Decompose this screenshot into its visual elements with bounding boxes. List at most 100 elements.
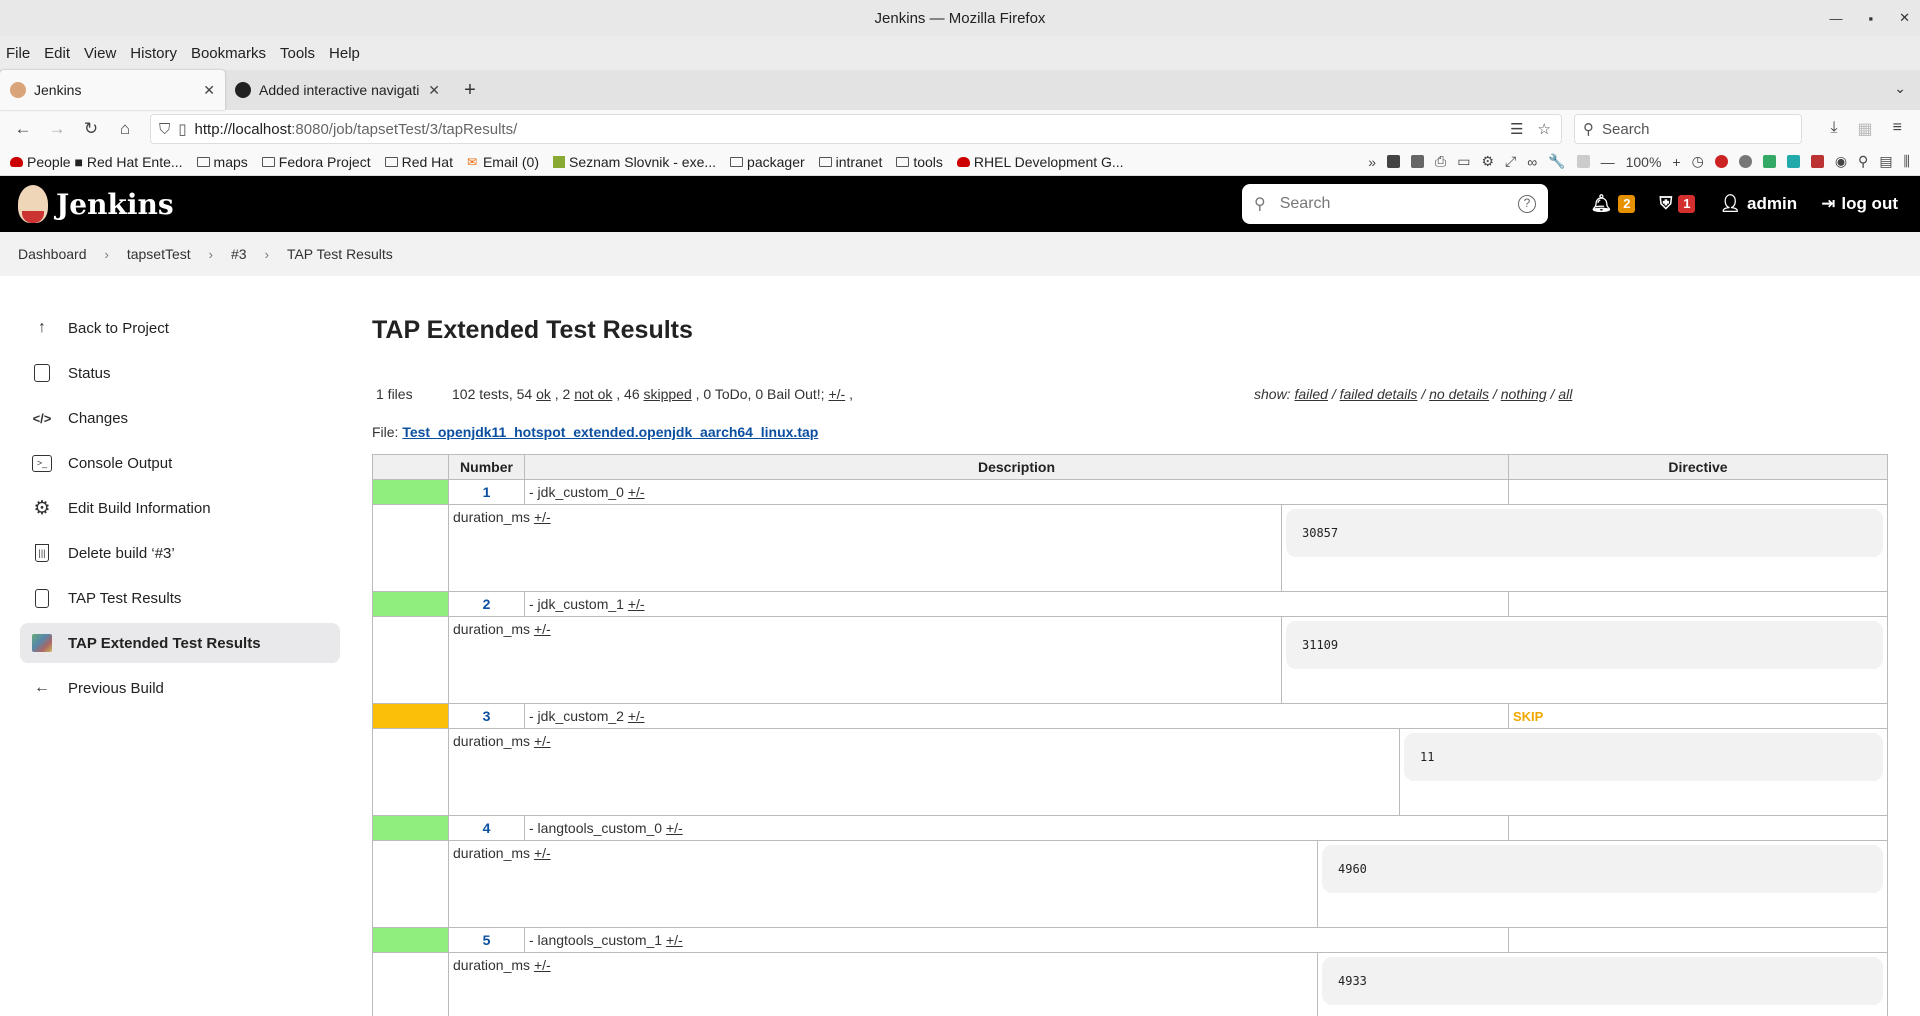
customize-icon[interactable]: ⚙ bbox=[1481, 153, 1494, 170]
library-icon[interactable]: ⫼ bbox=[1904, 153, 1910, 170]
test-number[interactable]: 4 bbox=[448, 815, 525, 841]
security-warnings-button[interactable]: ⛨ 1 bbox=[1659, 194, 1696, 214]
breadcrumb-page[interactable]: TAP Test Results bbox=[287, 246, 393, 262]
not-ok-link[interactable]: not ok bbox=[574, 386, 612, 402]
bookmark-maps[interactable]: maps bbox=[196, 154, 248, 170]
downloads-icon[interactable]: ⤓ bbox=[1830, 119, 1837, 139]
link-icon[interactable]: ∞ bbox=[1527, 154, 1537, 170]
bookmark-seznam[interactable]: Seznam Slovnik - exe... bbox=[552, 154, 716, 170]
toggle-details-link[interactable]: +/- bbox=[666, 932, 683, 948]
bookmark-rhel[interactable]: RHEL Development G... bbox=[956, 154, 1124, 170]
toggle-all-link[interactable]: +/- bbox=[828, 386, 845, 402]
toggle-details-link[interactable]: +/- bbox=[628, 596, 645, 612]
sidebar-item-edit-build-info[interactable]: ⚙ Edit Build Information bbox=[20, 488, 340, 528]
save-icon[interactable] bbox=[1786, 155, 1800, 168]
extension-icon[interactable] bbox=[1386, 155, 1400, 168]
list-all-tabs-icon[interactable]: ⌄ bbox=[1894, 80, 1906, 97]
home-icon[interactable]: ⌂ bbox=[110, 114, 140, 144]
page-info-icon[interactable]: ▯ bbox=[178, 120, 186, 138]
toggle-diag-link[interactable]: +/- bbox=[534, 733, 551, 749]
breadcrumb-job[interactable]: tapsetTest bbox=[127, 246, 191, 262]
maximize-icon[interactable]: ▪ bbox=[1868, 11, 1873, 26]
extension-icon[interactable] bbox=[1762, 155, 1776, 168]
sidebar-item-tap-extended-test-results[interactable]: TAP Extended Test Results bbox=[20, 623, 340, 663]
bookmark-star-icon[interactable]: ☆ bbox=[1538, 120, 1551, 138]
toggle-diag-link[interactable]: +/- bbox=[534, 845, 551, 861]
ok-link[interactable]: ok bbox=[536, 386, 551, 402]
close-window-icon[interactable]: ✕ bbox=[1899, 10, 1910, 26]
zoom-level[interactable]: 100% bbox=[1626, 154, 1662, 170]
sidebar-item-changes[interactable]: </> Changes bbox=[20, 398, 340, 438]
sidebar-icon[interactable]: ▭ bbox=[1457, 153, 1470, 170]
user-menu[interactable]: 👤︎ admin bbox=[1719, 194, 1797, 214]
extension-icon[interactable] bbox=[1738, 155, 1752, 168]
bookmark-fedora[interactable]: Fedora Project bbox=[261, 154, 371, 170]
file-link[interactable]: Test_openjdk11_hotspot_extended.openjdk_… bbox=[402, 424, 818, 440]
bookmark-intranet[interactable]: intranet bbox=[818, 154, 882, 170]
bookmark-people[interactable]: People ■ Red Hat Ente... bbox=[10, 154, 183, 170]
more-bookmarks-icon[interactable]: » bbox=[1368, 154, 1376, 170]
shield-icon[interactable]: ⛉ bbox=[159, 121, 170, 138]
reader-icon[interactable]: ▤ bbox=[1879, 153, 1892, 170]
zoom-out-icon[interactable]: — bbox=[1601, 154, 1615, 170]
sidebar-item-previous-build[interactable]: ← Previous Build bbox=[20, 668, 340, 708]
forward-icon[interactable]: → bbox=[42, 114, 72, 144]
screenshot-icon[interactable] bbox=[1576, 155, 1590, 168]
extension-icon[interactable]: ▦ bbox=[1858, 119, 1873, 139]
sidebar-item-tap-test-results[interactable]: TAP Test Results bbox=[20, 578, 340, 618]
skipped-link[interactable]: skipped bbox=[644, 386, 692, 402]
url-bar[interactable]: ⛉ ▯ http://localhost:8080/job/tapsetTest… bbox=[150, 114, 1562, 144]
cookie-icon[interactable] bbox=[1810, 155, 1824, 168]
fullscreen-icon[interactable]: ⤢ bbox=[1505, 153, 1516, 170]
reader-view-icon[interactable]: ☰ bbox=[1510, 120, 1523, 138]
bookmark-email[interactable]: ✉ Email (0) bbox=[467, 154, 539, 170]
app-menu-icon[interactable]: ≡ bbox=[1893, 119, 1902, 139]
show-failed-details-link[interactable]: failed details bbox=[1340, 386, 1418, 402]
sidebar-item-delete-build[interactable]: ||| Delete build ‘#3’ bbox=[20, 533, 340, 573]
close-tab-icon[interactable]: ✕ bbox=[428, 82, 440, 99]
test-number[interactable]: 3 bbox=[448, 703, 525, 729]
show-no-details-link[interactable]: no details bbox=[1429, 386, 1489, 402]
test-number[interactable]: 2 bbox=[448, 591, 525, 617]
back-icon[interactable]: ← bbox=[8, 114, 38, 144]
test-number[interactable]: 1 bbox=[448, 479, 525, 505]
ublock-icon[interactable] bbox=[1714, 155, 1728, 168]
sidebar-item-status[interactable]: Status bbox=[20, 353, 340, 393]
toggle-details-link[interactable]: +/- bbox=[628, 708, 645, 724]
jenkins-logo[interactable]: Jenkins bbox=[18, 185, 174, 223]
toggle-diag-link[interactable]: +/- bbox=[534, 621, 551, 637]
show-nothing-link[interactable]: nothing bbox=[1501, 386, 1547, 402]
bookmark-redhat[interactable]: Red Hat bbox=[384, 154, 453, 170]
account-icon[interactable]: ◉ bbox=[1835, 153, 1847, 170]
zoom-in-icon[interactable]: + bbox=[1672, 154, 1680, 170]
tab-github[interactable]: Added interactive navigati ✕ bbox=[225, 70, 450, 110]
toggle-details-link[interactable]: +/- bbox=[628, 484, 645, 500]
close-tab-icon[interactable]: ✕ bbox=[203, 82, 215, 99]
show-all-link[interactable]: all bbox=[1558, 386, 1572, 402]
toggle-diag-link[interactable]: +/- bbox=[534, 957, 551, 973]
menu-file[interactable]: File bbox=[6, 45, 40, 62]
minimize-icon[interactable]: — bbox=[1829, 11, 1842, 26]
sidebar-item-console-output[interactable]: >_ Console Output bbox=[20, 443, 340, 483]
clock-icon[interactable]: ◷ bbox=[1692, 153, 1704, 170]
bookmark-tools[interactable]: tools bbox=[896, 154, 943, 170]
reload-icon[interactable]: ↻ bbox=[76, 114, 106, 144]
print-icon[interactable]: ⎙ bbox=[1435, 153, 1446, 170]
breadcrumb-build[interactable]: #3 bbox=[231, 246, 247, 262]
test-number[interactable]: 5 bbox=[448, 927, 525, 953]
toggle-diag-link[interactable]: +/- bbox=[534, 509, 551, 525]
extension-icon[interactable] bbox=[1410, 155, 1424, 168]
menu-edit[interactable]: Edit bbox=[44, 45, 80, 62]
new-tab-icon[interactable]: + bbox=[450, 70, 490, 110]
menu-history[interactable]: History bbox=[130, 45, 187, 62]
menu-tools[interactable]: Tools bbox=[280, 45, 325, 62]
tab-jenkins[interactable]: Jenkins ✕ bbox=[0, 70, 225, 110]
logout-button[interactable]: ⇥ log out bbox=[1821, 194, 1898, 214]
menu-view[interactable]: View bbox=[84, 45, 126, 62]
browser-search-input[interactable]: ⚲ Search bbox=[1574, 114, 1802, 144]
bookmark-packager[interactable]: packager bbox=[730, 154, 805, 170]
breadcrumb-dashboard[interactable]: Dashboard bbox=[18, 246, 87, 262]
toggle-details-link[interactable]: +/- bbox=[666, 820, 683, 836]
menu-help[interactable]: Help bbox=[329, 45, 370, 62]
help-icon[interactable]: ? bbox=[1518, 195, 1536, 213]
